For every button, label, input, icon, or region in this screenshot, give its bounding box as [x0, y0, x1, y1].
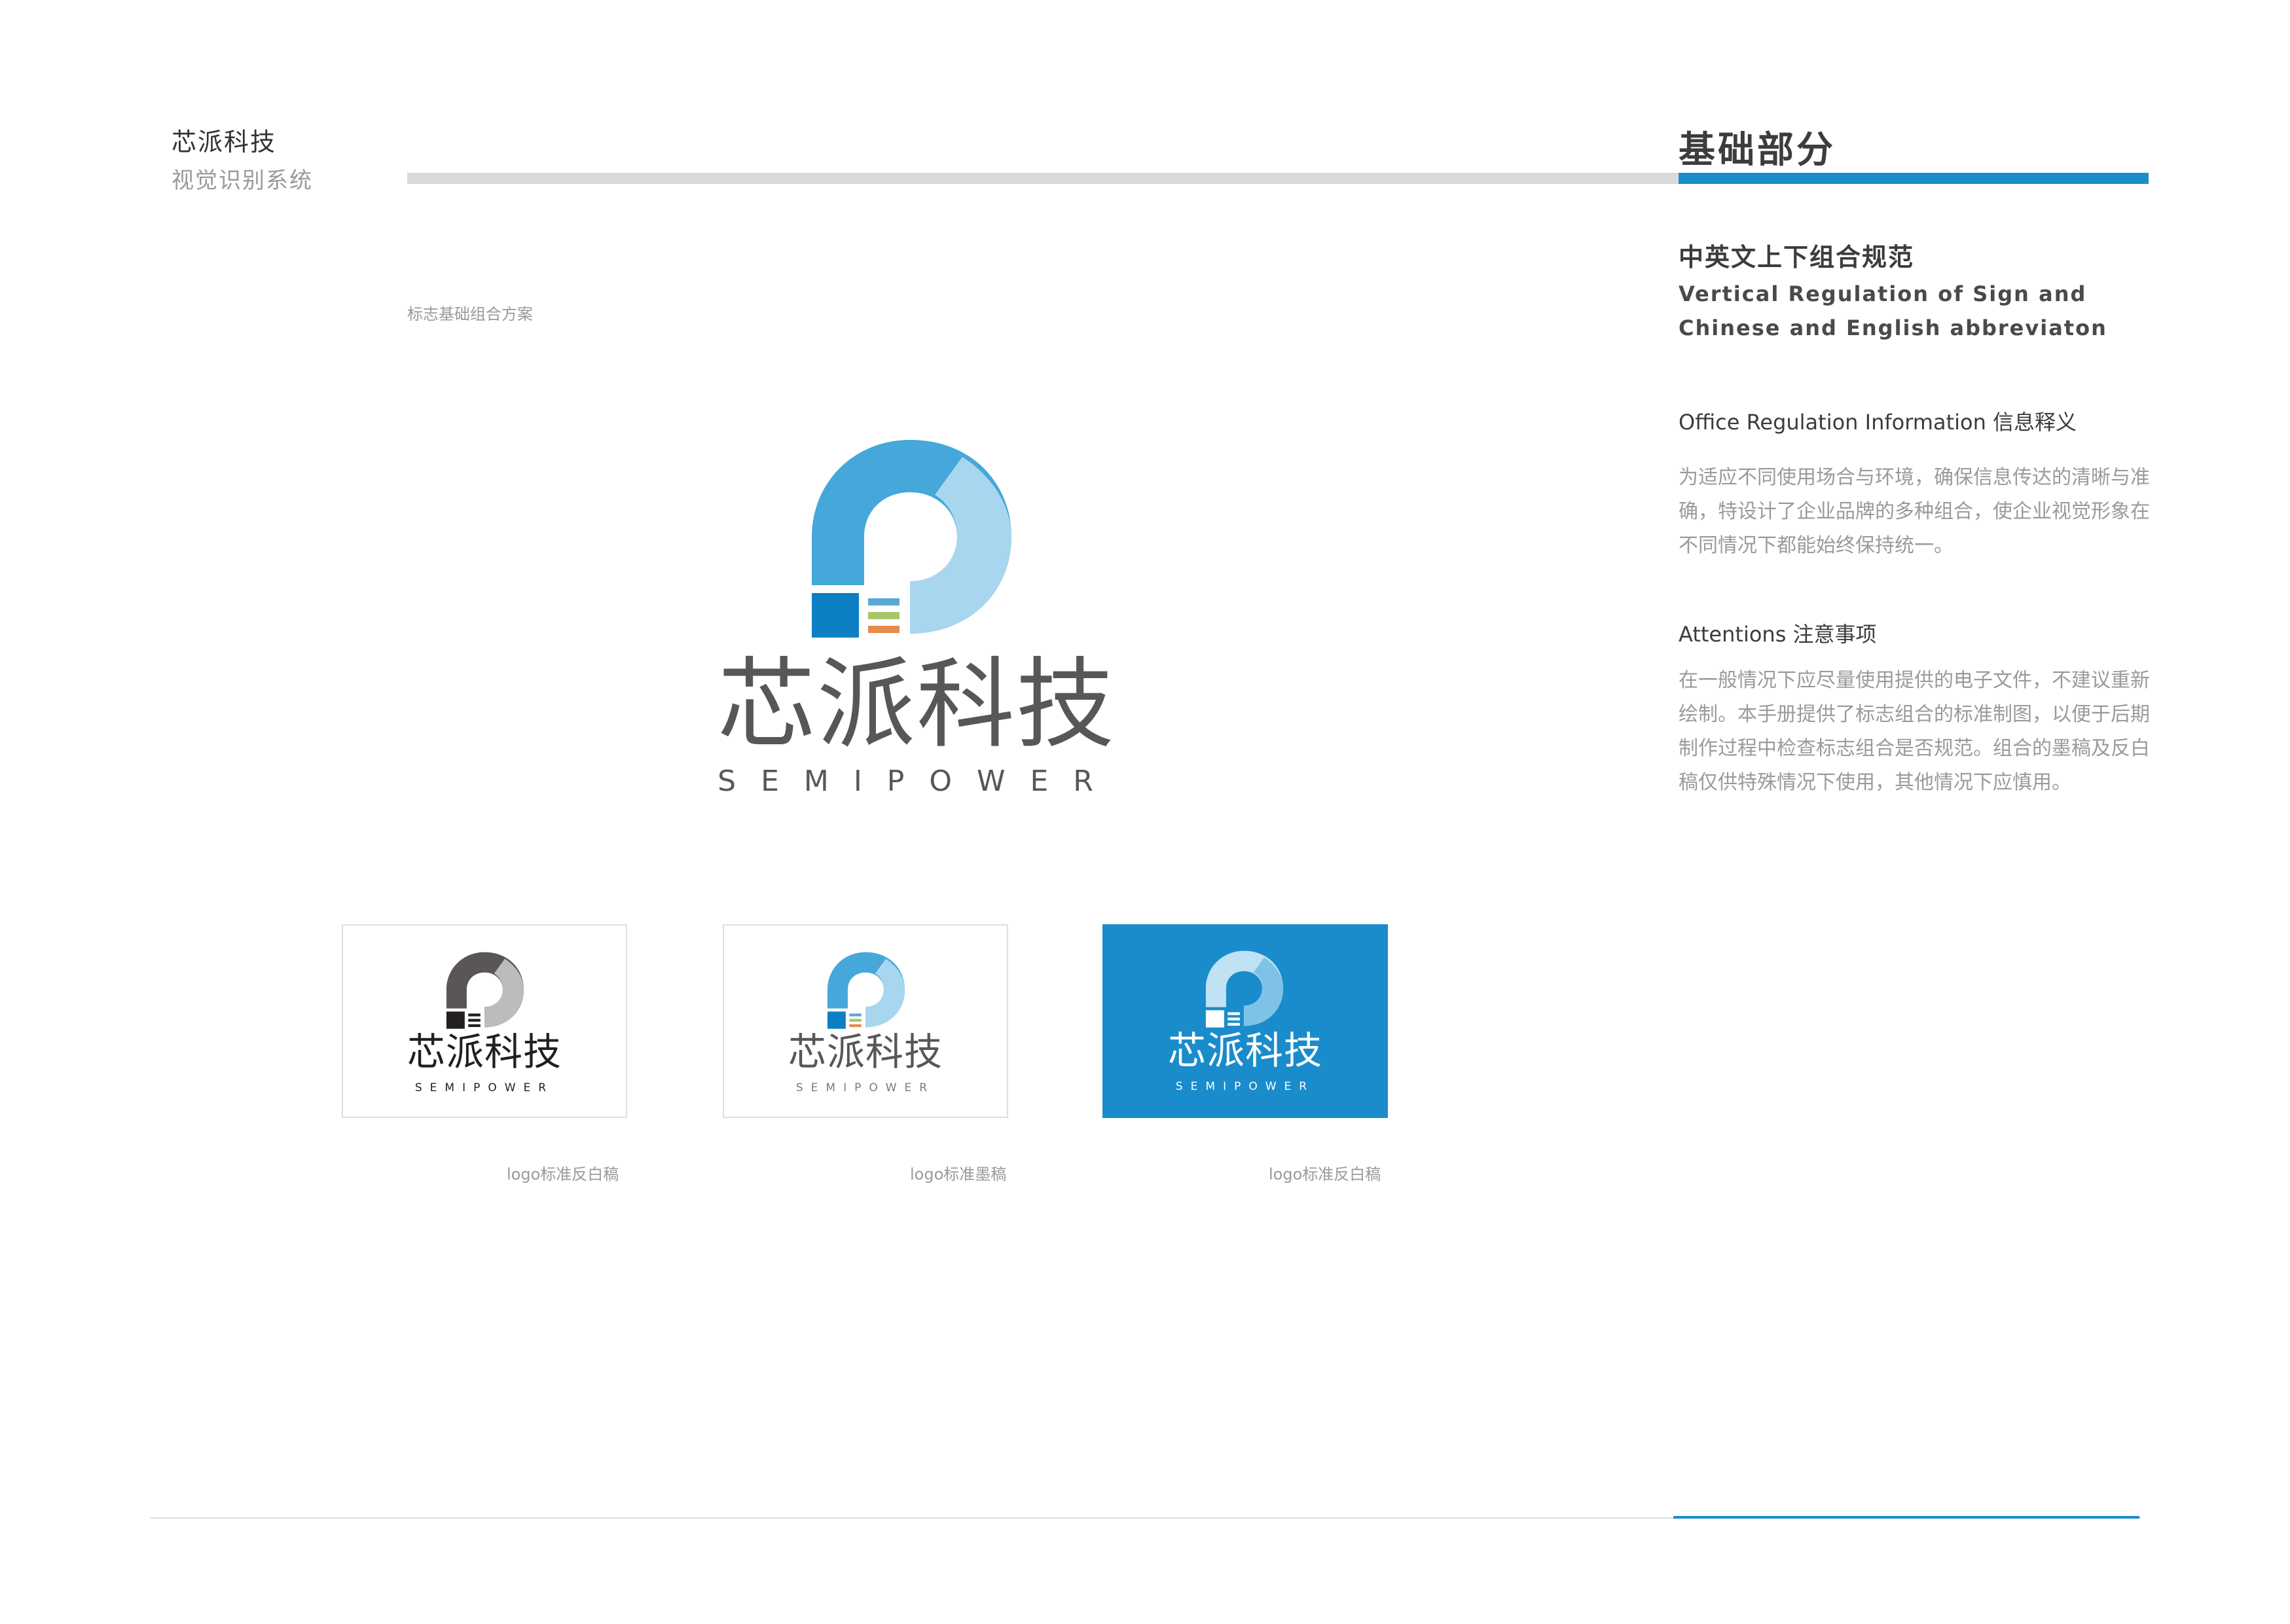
attention-heading: Attentions 注意事项 [1679, 622, 1877, 647]
sidebar-title-en-line2: Chinese and English abbreviaton [1679, 316, 2107, 340]
semipower-p-icon [446, 952, 524, 1029]
logo-variant-color: 芯派科技 SEMIPOWER [723, 924, 1008, 1118]
variant-name-cn: 芯派科技 [407, 1030, 562, 1074]
variant-name-en: SEMIPOWER [795, 1081, 936, 1094]
sidebar-title-en-line1: Vertical Regulation of Sign and [1679, 281, 2087, 306]
brand-name: 芯派科技 [172, 128, 277, 156]
logo-name-cn: 芯派科技 [717, 648, 1116, 762]
semipower-p-icon [827, 952, 905, 1029]
semipower-p-icon [1205, 950, 1284, 1028]
variant-name-cn: 芯派科技 [788, 1030, 943, 1074]
variant-name-en: SEMIPOWER [414, 1081, 554, 1094]
variant-name-en: SEMIPOWER [1175, 1080, 1315, 1093]
scheme-label: 标志基础组合方案 [407, 305, 533, 323]
variant-caption: logo标准反白稿 [507, 1165, 619, 1183]
variant-caption: logo标准墨稿 [910, 1165, 1007, 1183]
variant-name-cn: 芯派科技 [1167, 1028, 1322, 1073]
brand-subtitle: 视觉识别系统 [172, 168, 313, 194]
logo-variant-greyscale: 芯派科技 SEMIPOWER [342, 924, 627, 1118]
sidebar-title: 中英文上下组合规范 [1679, 243, 1915, 272]
footer-rule-accent [1673, 1516, 2139, 1519]
variant-caption: logo标准反白稿 [1269, 1165, 1381, 1183]
logo-variant-inverse: 芯派科技 SEMIPOWER [1102, 924, 1388, 1118]
attention-text: 在一般情况下应尽量使用提供的电子文件，不建议重新绘制。本手册提供了标志组合的标准… [1679, 669, 2150, 794]
header-rule-accent [1679, 173, 2149, 184]
section-title: 基础部分 [1679, 129, 1836, 171]
header-rule [407, 173, 1679, 184]
office-text: 为适应不同使用场合与环境，确保信息传达的清晰与准确，特设计了企业品牌的多种组合，… [1679, 466, 2150, 557]
office-heading: Office Regulation Information 信息释义 [1679, 410, 2077, 435]
logo-name-en: SEMIPOWER [718, 765, 1118, 798]
